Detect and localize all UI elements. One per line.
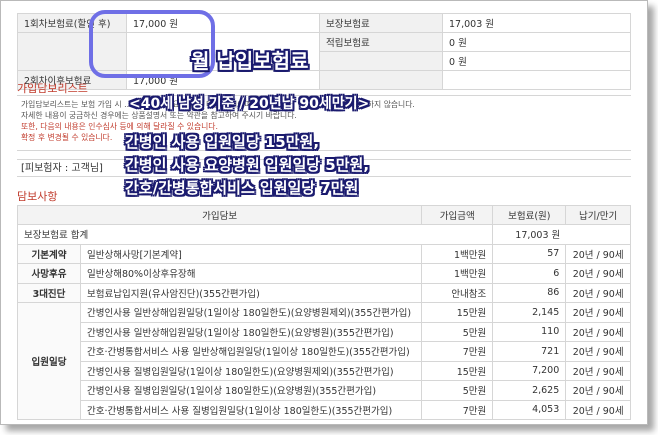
row-category: 사망후유 xyxy=(17,263,81,284)
row-amount: 15만원 xyxy=(421,302,494,323)
row-amount: 7만원 xyxy=(421,341,494,362)
screenshot-frame: 1회차보험료(할인 후) 17,000 원 보장보험료 17,003 원 적립보… xyxy=(0,0,648,425)
table-row: 간병인사용 질병입원일당(1일이상 180일한도)(요양병원)(355간편가입)… xyxy=(18,380,631,401)
row-amount: 안내참조 xyxy=(421,282,494,303)
row-term: 20년 / 90세 xyxy=(565,243,631,264)
coverage-premium-label: 보장보험료 xyxy=(319,13,443,33)
row-term: 20년 / 90세 xyxy=(565,360,631,381)
overlay-line-1: 간병인 사용 입원일당 15만원, xyxy=(125,133,320,151)
table-row: 입원일당 간병인사용 일반상해입원일당(1일이상 180일한도)(요양병원제외)… xyxy=(17,302,631,420)
row-premium: 721 xyxy=(492,341,567,362)
coverage-table: 가입담보 가입금액 보험료(원) 납기/만기 보장보험료 합계 17,003 원… xyxy=(16,205,631,420)
row-name: 간호·간병통합서비스 사용 질병입원일당(1일이상 180일한도)(355간편가… xyxy=(79,399,423,420)
row-premium: 2,145 xyxy=(492,302,567,323)
header-coverage: 가입담보 xyxy=(16,205,423,225)
table-row: 간병인사용 질병입원일당(1일이상 180일한도)(요양병원제외)(355간편가… xyxy=(18,360,631,381)
guarantee-list-title: 가입담보리스트 xyxy=(17,82,88,95)
overlay-condition: <40세 남성 기준 / 20년납 90세만기> xyxy=(129,96,370,112)
row-amount: 7만원 xyxy=(421,399,494,420)
row-amount: 5만원 xyxy=(421,380,494,401)
row-name: 간병인사용 질병입원일당(1일이상 180일한도)(요양병원제외)(355간편가… xyxy=(79,360,423,381)
header-term: 납기/만기 xyxy=(565,205,631,225)
overlay-line-2: 간병인 사용 요양병원 입원일당 5만원, xyxy=(125,156,370,174)
row-premium: 86 xyxy=(492,282,567,303)
row-premium: 4,053 xyxy=(492,399,567,420)
table-row: 3대진단 보험료납입지원(유사암진단)(355간편가입) 안내참조 86 20년… xyxy=(17,282,631,303)
row-name: 간병인사용 질병입원일당(1일이상 180일한도)(요양병원)(355간편가입) xyxy=(79,380,423,401)
row-premium: 6 xyxy=(492,263,567,284)
total-value: 17,003 원 xyxy=(492,224,631,245)
row-premium: 7,200 xyxy=(492,360,567,381)
notice-line-4: 확정 후 변경될 수 있습니다. xyxy=(21,133,113,142)
row-amount: 1백만원 xyxy=(421,263,494,284)
row-name: 간병인사용 일반상해입원일당(1일이상 180일한도)(요양병원)(355간편가… xyxy=(79,321,423,342)
row-name: 간병인사용 일반상해입원일당(1일이상 180일한도)(요양병원제외)(355간… xyxy=(79,302,423,323)
row-term: 20년 / 90세 xyxy=(565,263,631,284)
row-term: 20년 / 90세 xyxy=(565,302,631,323)
table-row: 기본계약 일반상해사망[기본계약] 1백만원 57 20년 / 90세 xyxy=(17,243,631,264)
total-label: 보장보험료 합계 xyxy=(16,224,494,245)
row-amount: 1백만원 xyxy=(421,243,494,264)
row-category: 기본계약 xyxy=(17,243,81,264)
row-premium: 110 xyxy=(492,321,567,342)
notice-line-3: 또한, 다음의 내용은 인수심사 등에 의해 달라질 수 있습니다. xyxy=(21,122,218,131)
table-row: 간병인사용 일반상해입원일당(1일이상 180일한도)(요양병원)(355간편가… xyxy=(18,321,631,342)
empty-label xyxy=(319,70,443,90)
row-name: 일반상해80%이상후유장해 xyxy=(79,263,423,284)
row-name: 보험료납입지원(유사암진단)(355간편가입) xyxy=(79,282,423,303)
row-name: 간호·간병통합서비스 사용 일반상해입원일당(1일이상 180일한도)(355간… xyxy=(79,341,423,362)
row-term: 20년 / 90세 xyxy=(565,321,631,342)
coverage-premium-value: 17,003 원 xyxy=(442,13,631,33)
header-amount: 가입금액 xyxy=(421,205,494,225)
table-row: 간호·간병통합서비스 사용 일반상해입원일당(1일이상 180일한도)(355간… xyxy=(18,341,631,362)
empty-value xyxy=(442,70,631,90)
misc-premium-label xyxy=(319,51,443,71)
row-term: 20년 / 90세 xyxy=(565,341,631,362)
row-name: 일반상해사망[기본계약] xyxy=(79,243,423,264)
row-term: 20년 / 90세 xyxy=(565,282,631,303)
table-row: 간호·간병통합서비스 사용 질병입원일당(1일이상 180일한도)(355간편가… xyxy=(18,399,631,420)
coverage-title: 담보사항 xyxy=(17,190,58,203)
misc-premium-value: 0 원 xyxy=(442,51,631,71)
row-premium: 2,625 xyxy=(492,380,567,401)
saving-premium-label: 적립보험료 xyxy=(319,32,443,52)
header-premium: 보험료(원) xyxy=(492,205,567,225)
row-term: 20년 / 90세 xyxy=(565,380,631,401)
row-term: 20년 / 90세 xyxy=(565,399,631,420)
row-category: 3대진단 xyxy=(17,282,81,303)
overlay-line-3: 간호/간병통합서비스 입원일당 7만원 xyxy=(125,179,359,197)
row-category: 입원일당 xyxy=(17,302,81,420)
saving-premium-value: 0 원 xyxy=(442,32,631,52)
table-row: 사망후유 일반상해80%이상후유장해 1백만원 6 20년 / 90세 xyxy=(17,263,631,284)
row-amount: 15만원 xyxy=(421,360,494,381)
overlay-title: 월 납입보험료 xyxy=(191,49,309,73)
row-premium: 57 xyxy=(492,243,567,264)
row-amount: 5만원 xyxy=(421,321,494,342)
